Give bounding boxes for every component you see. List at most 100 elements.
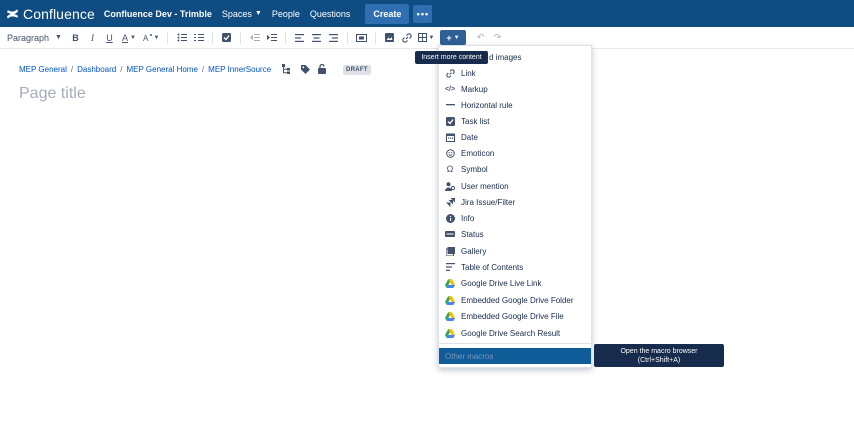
redo-button[interactable]: ↷ bbox=[489, 29, 506, 47]
menu-item-label: Embedded Google Drive File bbox=[461, 311, 564, 321]
menu-item-label: Markup bbox=[461, 84, 488, 94]
bold-button[interactable]: B bbox=[67, 29, 84, 47]
breadcrumb-item[interactable]: MEP InnerSource bbox=[208, 65, 271, 74]
outdent-icon bbox=[249, 34, 260, 41]
chevron-down-icon: ▼ bbox=[153, 34, 160, 41]
calendar-icon bbox=[445, 132, 455, 142]
insert-table-button[interactable]: ▼ bbox=[415, 29, 437, 47]
status-badge: DRAFT bbox=[343, 65, 371, 75]
label-icon[interactable] bbox=[301, 64, 311, 74]
google-drive-icon bbox=[445, 328, 455, 338]
nav-spaces[interactable]: Spaces ▼ bbox=[222, 9, 262, 19]
menu-item-label: Embedded Google Drive Folder bbox=[461, 295, 574, 305]
numbered-list-button[interactable] bbox=[190, 29, 207, 47]
insert-more-content-button[interactable]: + ▼ bbox=[440, 30, 466, 45]
menu-item-label: Task list bbox=[461, 116, 490, 126]
formatting-button[interactable]: A ▼ bbox=[140, 29, 162, 47]
menu-item-date[interactable]: Date bbox=[439, 129, 591, 145]
outdent-button[interactable] bbox=[246, 29, 263, 47]
text-color-label: A bbox=[122, 32, 129, 43]
menu-item-table-of-contents[interactable]: Table of Contents bbox=[439, 259, 591, 275]
confluence-logo[interactable]: Confluence bbox=[6, 6, 95, 22]
underline-button[interactable]: U bbox=[101, 29, 118, 47]
link-icon bbox=[401, 32, 412, 43]
italic-button[interactable]: I bbox=[84, 29, 101, 47]
align-left-icon bbox=[295, 33, 304, 42]
jira-icon bbox=[445, 197, 455, 207]
page-title-input[interactable]: Page title bbox=[19, 85, 86, 103]
nav-questions[interactable]: Questions bbox=[310, 9, 351, 19]
insert-image-button[interactable] bbox=[381, 29, 398, 47]
menu-item-task-list[interactable]: Task list bbox=[439, 113, 591, 129]
nav-people[interactable]: People bbox=[272, 9, 300, 19]
menu-item-label: Google Drive Search Result bbox=[461, 328, 561, 338]
menu-item-label: Symbol bbox=[461, 164, 488, 174]
menu-item-label: Status bbox=[461, 229, 484, 239]
menu-item-label: Horizontal rule bbox=[461, 100, 513, 110]
code-icon: </> bbox=[444, 85, 456, 93]
menu-item-label: Date bbox=[461, 132, 478, 142]
bullet-list-button[interactable] bbox=[173, 29, 190, 47]
breadcrumb-separator: / bbox=[70, 64, 74, 74]
numbered-list-icon bbox=[193, 34, 204, 41]
menu-item-label: Jira Issue/Filter bbox=[461, 197, 516, 207]
menu-item-emoticon[interactable]: Emoticon bbox=[439, 145, 591, 161]
tooltip-line: Open the macro browser bbox=[620, 348, 698, 355]
menu-item-embedded-google-drive-folder[interactable]: Embedded Google Drive Folder bbox=[439, 292, 591, 308]
more-button[interactable]: ••• bbox=[413, 4, 433, 23]
status-icon bbox=[445, 229, 455, 239]
menu-item-google-drive-live-link[interactable]: Google Drive Live Link bbox=[439, 275, 591, 291]
menu-item-other-macros[interactable]: Other macros bbox=[439, 348, 591, 364]
create-button[interactable]: Create bbox=[365, 3, 410, 24]
align-right-button[interactable] bbox=[325, 29, 342, 47]
smiley-icon bbox=[445, 148, 455, 158]
page-layout-button[interactable] bbox=[353, 29, 370, 47]
paragraph-style-dropdown[interactable]: Paragraph ▼ bbox=[7, 29, 62, 47]
task-list-button[interactable] bbox=[218, 29, 235, 47]
breadcrumb-item[interactable]: Dashboard bbox=[77, 65, 116, 74]
breadcrumb-separator: / bbox=[120, 64, 123, 74]
omega-icon: Ω bbox=[446, 164, 454, 174]
chevron-down-icon: ▼ bbox=[453, 34, 460, 41]
menu-divider bbox=[439, 343, 591, 344]
paragraph-style-label: Paragraph bbox=[7, 32, 50, 43]
macro-browser-tooltip: Open the macro browser (Ctrl+Shift+A) bbox=[594, 344, 724, 367]
toolbar-divider bbox=[375, 31, 376, 44]
google-drive-icon bbox=[445, 295, 455, 305]
text-color-button[interactable]: A ▼ bbox=[118, 29, 140, 47]
more-formatting-icon: A bbox=[143, 33, 152, 43]
menu-item-user-mention[interactable]: User mention bbox=[439, 178, 591, 194]
insert-link-button[interactable] bbox=[398, 29, 415, 47]
menu-item-google-drive-search-result[interactable]: Google Drive Search Result bbox=[439, 325, 591, 341]
breadcrumb-item[interactable]: MEP General bbox=[19, 65, 67, 74]
align-center-button[interactable] bbox=[308, 29, 325, 47]
undo-button[interactable]: ↶ bbox=[472, 29, 489, 47]
page-tree-icon[interactable] bbox=[282, 64, 291, 74]
menu-item-info[interactable]: Info bbox=[439, 210, 591, 226]
menu-item-label: Gallery bbox=[461, 246, 487, 256]
horizontal-rule-icon bbox=[445, 100, 455, 110]
menu-item-label: Google Drive Live Link bbox=[461, 278, 542, 288]
menu-item-jira-issue[interactable]: Jira Issue/Filter bbox=[439, 194, 591, 210]
menu-item-horizontal-rule[interactable]: Horizontal rule bbox=[439, 97, 591, 113]
breadcrumb-item[interactable]: MEP General Home bbox=[126, 65, 197, 74]
menu-item-markup[interactable]: </> Markup bbox=[439, 81, 591, 97]
insert-more-content-tooltip: Insert more content bbox=[415, 51, 488, 64]
link-icon bbox=[445, 68, 455, 78]
menu-item-embedded-google-drive-file[interactable]: Embedded Google Drive File bbox=[439, 308, 591, 324]
menu-item-link[interactable]: Link bbox=[439, 65, 591, 81]
menu-item-status[interactable]: Status bbox=[439, 226, 591, 242]
menu-item-gallery[interactable]: Gallery bbox=[439, 243, 591, 259]
top-navigation: Confluence Confluence Dev - Trimble Spac… bbox=[0, 0, 854, 27]
indent-button[interactable] bbox=[263, 29, 280, 47]
site-name[interactable]: Confluence Dev - Trimble bbox=[104, 9, 212, 19]
checkbox-icon bbox=[445, 116, 455, 126]
restrictions-lock-icon[interactable] bbox=[318, 64, 327, 74]
align-left-button[interactable] bbox=[291, 29, 308, 47]
menu-item-symbol[interactable]: Ω Symbol bbox=[439, 161, 591, 177]
align-right-icon bbox=[329, 33, 338, 42]
google-drive-icon bbox=[445, 278, 455, 288]
google-drive-icon bbox=[445, 311, 455, 321]
toolbar-divider bbox=[240, 31, 241, 44]
menu-item-label: Link bbox=[461, 68, 476, 78]
